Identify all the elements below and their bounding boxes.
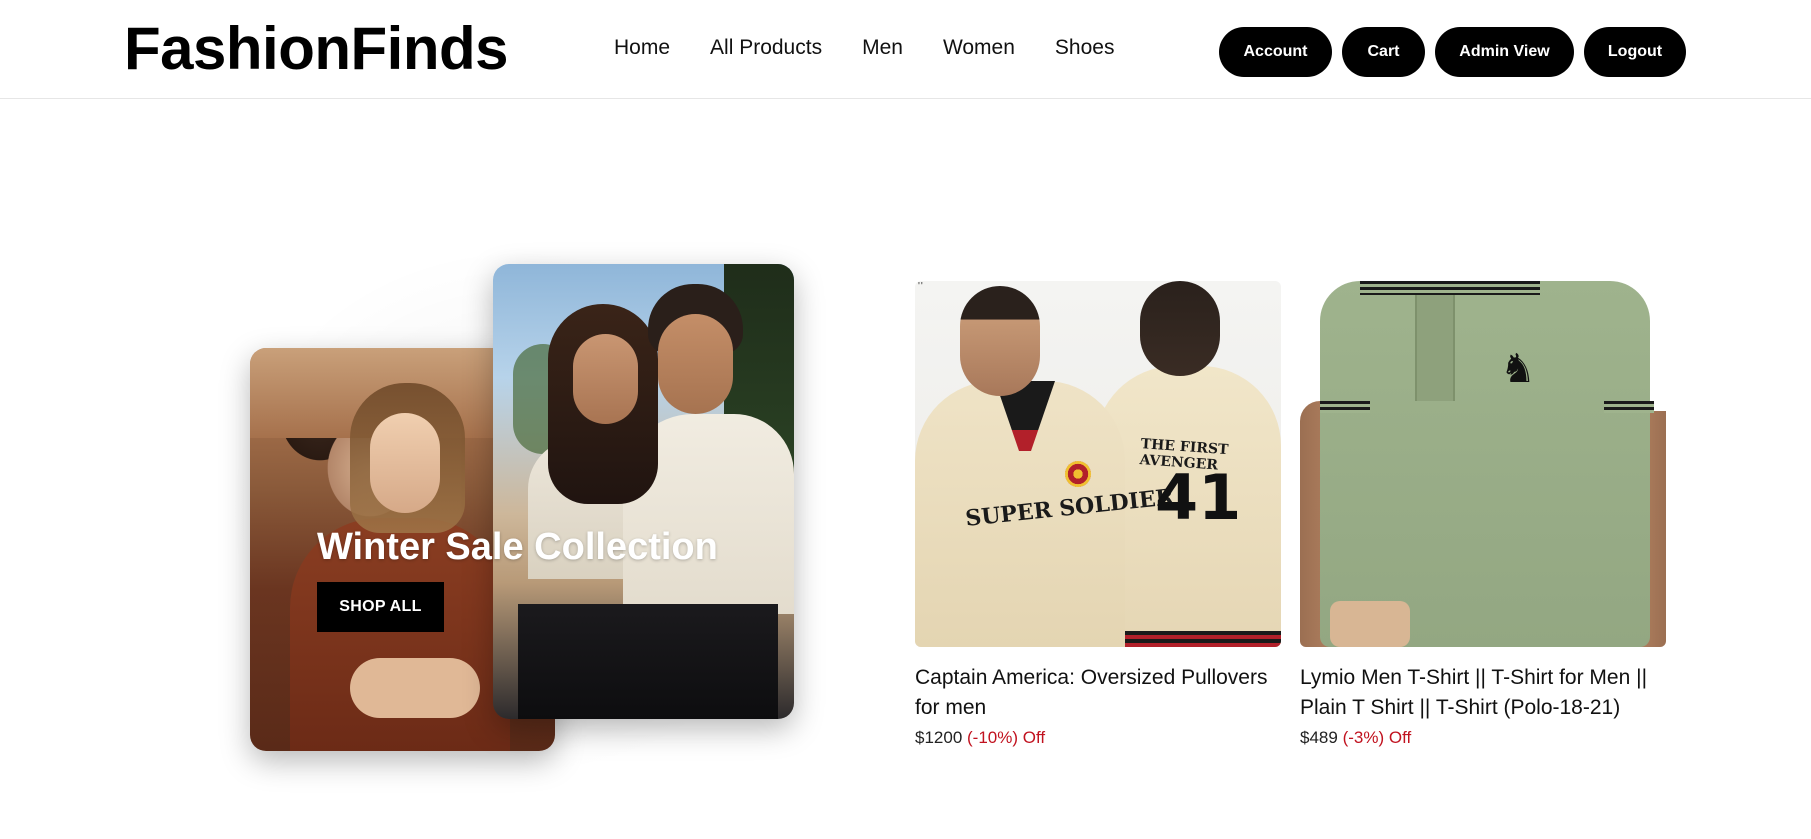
product-card[interactable]: '' SUPER SOLDIER THE FIRST AVENGER 41 Ca… [915, 281, 1282, 750]
product-price-line: $1200 (-10%) Off [915, 726, 1282, 750]
shop-all-button[interactable]: SHOP ALL [317, 582, 444, 632]
product-price: $489 [1300, 728, 1338, 747]
logout-button[interactable]: Logout [1584, 27, 1686, 77]
hero-title: Winter Sale Collection [317, 526, 718, 568]
account-button[interactable]: Account [1219, 27, 1332, 77]
product-image-pullover[interactable]: '' SUPER SOLDIER THE FIRST AVENGER 41 [915, 281, 1281, 647]
site-logo[interactable]: FashionFinds [124, 14, 509, 84]
nav-men[interactable]: Men [862, 33, 903, 63]
cart-button[interactable]: Cart [1342, 27, 1425, 77]
product-card[interactable]: ♞ Lymio Men T-Shirt || T-Shirt for Men |… [1300, 281, 1667, 750]
hero-banner: Winter Sale Collection SHOP ALL [222, 242, 819, 782]
nav-home[interactable]: Home [614, 33, 670, 63]
product-discount: (-10%) Off [967, 728, 1046, 747]
nav-all-products[interactable]: All Products [710, 33, 822, 63]
product-discount: (-3%) Off [1342, 728, 1412, 747]
product-name[interactable]: Captain America: Oversized Pullovers for… [915, 663, 1282, 723]
site-header: FashionFinds Home All Products Men Women… [0, 0, 1811, 99]
hero-photo-couple-front [493, 264, 794, 719]
print-number: 41 [1155, 461, 1242, 534]
header-actions: Account Cart Admin View Logout [1219, 27, 1686, 77]
product-price-line: $489 (-3%) Off [1300, 726, 1667, 750]
product-name[interactable]: Lymio Men T-Shirt || T-Shirt for Men || … [1300, 663, 1667, 723]
admin-view-button[interactable]: Admin View [1435, 27, 1574, 77]
product-image-polo[interactable]: ♞ [1300, 281, 1666, 647]
product-price: $1200 [915, 728, 963, 747]
shield-badge-icon [1065, 461, 1091, 487]
nav-shoes[interactable]: Shoes [1055, 33, 1115, 63]
horse-rider-logo-icon: ♞ [1500, 347, 1536, 391]
main-nav: Home All Products Men Women Shoes [614, 33, 1114, 63]
nav-women[interactable]: Women [943, 33, 1015, 63]
